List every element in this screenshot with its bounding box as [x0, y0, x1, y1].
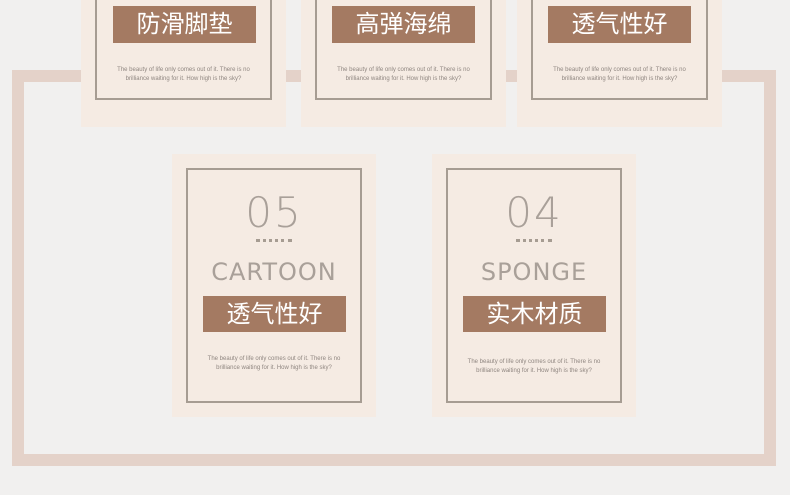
feature-label: 实木材质 — [463, 296, 606, 332]
feature-description-line: The beauty of life only comes out of it.… — [117, 67, 250, 73]
feature-description-line: brilliance waiting for it. How high is t… — [125, 76, 242, 82]
feature-english-word: SPONGE — [480, 258, 588, 286]
feature-card-breathable: 透气性好 The beauty of life only comes out o… — [517, 0, 722, 127]
feature-description-line: The beauty of life only comes out of it.… — [467, 359, 601, 365]
feature-label: 透气性好 — [203, 296, 346, 332]
feature-label: 防滑脚垫 — [113, 6, 256, 43]
feature-card-cartoon: 05 CARTOON 透气性好 The beauty of life only … — [172, 154, 376, 417]
feature-description-line: brilliance waiting for it. How high is t… — [561, 76, 678, 82]
feature-description: The beauty of life only comes out of it.… — [81, 66, 286, 84]
feature-description: The beauty of life only comes out of it.… — [432, 358, 636, 376]
feature-label: 高弹海绵 — [332, 6, 475, 43]
feature-description: The beauty of life only comes out of it.… — [172, 355, 376, 373]
feature-number: 04 — [505, 188, 563, 237]
dotted-divider — [516, 239, 552, 242]
feature-description: The beauty of life only comes out of it.… — [517, 66, 722, 84]
feature-card-sponge-wood: 04 SPONGE 实木材质 The beauty of life only c… — [432, 154, 636, 417]
feature-description-line: The beauty of life only comes out of it.… — [553, 67, 686, 73]
feature-card-sponge: 高弹海绵 The beauty of life only comes out o… — [301, 0, 506, 127]
feature-description-line: The beauty of life only comes out of it.… — [337, 67, 470, 73]
feature-number: 05 — [245, 188, 303, 237]
dotted-divider — [256, 239, 292, 242]
feature-description-line: brilliance waiting for it. How high is t… — [345, 76, 462, 82]
feature-card-anti-slip: 防滑脚垫 The beauty of life only comes out o… — [81, 0, 286, 127]
feature-label: 透气性好 — [548, 6, 691, 43]
feature-description: The beauty of life only comes out of it.… — [301, 66, 506, 84]
feature-description-line: brilliance waiting for it. How high is t… — [216, 365, 332, 371]
feature-description-line: The beauty of life only comes out of it.… — [207, 356, 341, 362]
feature-english-word: CARTOON — [211, 258, 337, 286]
background-frame — [12, 70, 776, 466]
feature-description-line: brilliance waiting for it. How high is t… — [476, 368, 592, 374]
